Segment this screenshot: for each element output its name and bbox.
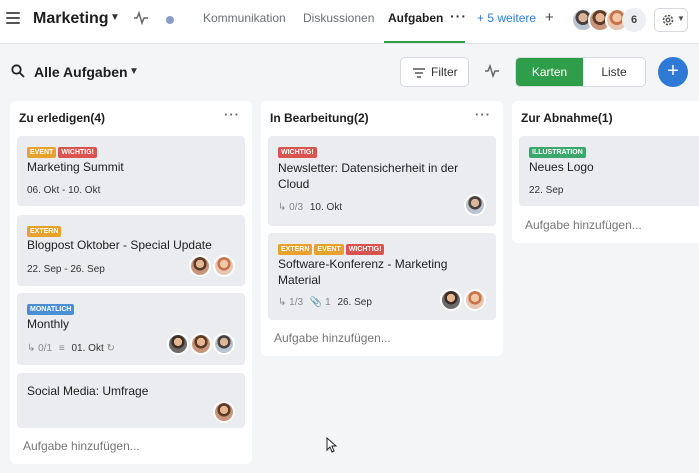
card-date: 26. Sep — [337, 297, 372, 308]
tag-illustration: ILLUSTRATION — [529, 147, 586, 158]
avatar[interactable] — [190, 333, 212, 355]
activity-icon[interactable] — [134, 10, 148, 28]
add-tab-icon[interactable]: + — [545, 9, 554, 26]
avatar[interactable] — [464, 289, 486, 311]
task-card[interactable]: EXTERN EVENT WICHTIG! Software-Konferenz -… — [268, 233, 496, 320]
gear-icon — [661, 13, 675, 30]
column-options-icon[interactable]: ··· — [224, 107, 240, 122]
card-title-line2: Material — [278, 273, 321, 287]
task-card[interactable]: Social Media: Umfrage — [17, 373, 245, 428]
tab-kommunikation[interactable]: Kommunikation — [203, 11, 286, 25]
column-options-icon[interactable]: ··· — [475, 107, 491, 122]
tag-extern: EXTERN — [27, 226, 62, 237]
subtask-count: 1/3 — [289, 297, 304, 308]
tag-wichtig: WICHTIG! — [278, 147, 317, 158]
attachment-count: 1 — [325, 297, 331, 308]
card-date: 10. Okt — [309, 202, 343, 213]
menu-icon[interactable] — [6, 12, 20, 24]
card-title: Social Media: Umfrage — [27, 384, 149, 398]
chevron-down-icon[interactable]: ▼ — [110, 12, 120, 23]
mouse-cursor-icon — [326, 436, 338, 456]
more-options-icon[interactable]: ··· — [450, 8, 467, 24]
column-in-bearbeitung: In Bearbeitung(2) ··· WICHTIG! Newslette… — [261, 101, 503, 356]
subtask-icon: ↳ — [278, 202, 287, 213]
task-card[interactable]: WICHTIG! Newsletter: Datensicherheit in … — [268, 136, 496, 226]
tag-event: EVENT — [27, 147, 57, 158]
card-date: 22. Sep - 26. Sep — [27, 264, 105, 275]
avatar[interactable] — [464, 194, 486, 216]
card-title: Blogpost Oktober - Special Update — [27, 238, 212, 252]
recurring-icon: ↻ — [106, 343, 115, 354]
task-card[interactable]: ILLUSTRATION Neues Logo 22. Sep — [519, 136, 699, 206]
column-title: In Bearbeitung(2) — [270, 111, 369, 125]
view-karten-button[interactable]: Karten — [516, 58, 583, 86]
chevron-down-icon: ▼ — [677, 14, 685, 23]
attachment-icon: 📎 — [309, 297, 323, 308]
search-icon[interactable] — [11, 64, 25, 81]
task-card[interactable]: EXTERN Blogpost Oktober - Special Update… — [17, 215, 245, 286]
avatar[interactable] — [167, 333, 189, 355]
chevron-down-icon[interactable]: ▼ — [129, 66, 139, 77]
active-tab-indicator — [384, 41, 465, 43]
member-count-badge[interactable]: 6 — [622, 8, 646, 32]
description-icon: ≡ — [58, 343, 65, 354]
avatar[interactable] — [213, 255, 235, 277]
tag-event: EVENT — [314, 244, 344, 255]
avatar[interactable] — [440, 289, 462, 311]
status-dot-icon — [166, 16, 174, 24]
card-title-line2: Cloud — [278, 177, 310, 191]
more-tabs-link[interactable]: + 5 weitere — [477, 11, 536, 25]
column-title: Zur Abnahme(1) — [521, 111, 613, 125]
card-title-line1: Newsletter: Datensicherheit in der — [278, 161, 459, 175]
avatar[interactable] — [189, 255, 211, 277]
card-date: 22. Sep — [529, 185, 564, 196]
task-card[interactable]: MONATLICH Monthly ↳ 0/1 ≡ 01. Okt ↻ — [17, 293, 245, 365]
settings-button[interactable]: ▼ — [654, 8, 688, 32]
tag-extern: EXTERN — [278, 244, 313, 255]
subtask-count: 0/1 — [38, 343, 53, 354]
view-toggle: Karten Liste — [515, 57, 646, 87]
subtask-icon: ↳ — [278, 297, 287, 308]
filter-icon — [413, 67, 425, 81]
tab-aufgaben[interactable]: Aufgaben — [388, 11, 443, 25]
subtask-icon: ↳ — [27, 343, 36, 354]
avatar[interactable] — [213, 401, 235, 423]
view-liste-button[interactable]: Liste — [583, 58, 645, 86]
column-zu-erledigen: Zu erledigen(4) ··· EVENT WICHTIG! Market… — [10, 101, 252, 464]
add-task-link[interactable]: Aufgabe hinzufügen... — [525, 218, 642, 232]
tag-wichtig: WICHTIG! — [345, 244, 385, 255]
card-title-line1: Software-Konferenz - Marketing — [278, 257, 448, 271]
add-task-link[interactable]: Aufgabe hinzufügen... — [274, 331, 391, 345]
card-title: Monthly — [27, 317, 70, 331]
card-date: 06. Okt - 10. Okt — [27, 185, 101, 196]
tag-wichtig: WICHTIG! — [58, 147, 98, 158]
filter-button[interactable]: Filter — [400, 57, 469, 87]
avatar[interactable] — [213, 333, 235, 355]
card-date: 01. Okt — [71, 343, 104, 354]
view-title[interactable]: Alle Aufgaben — [34, 64, 128, 80]
tab-diskussionen[interactable]: Diskussionen — [303, 11, 374, 25]
tag-monatlich: MONATLICH — [27, 304, 75, 315]
task-card[interactable]: EVENT WICHTIG! Marketing Summit 06. Okt -… — [17, 136, 245, 206]
column-zur-abnahme: Zur Abnahme(1) ILLUSTRATION Neues Logo 2… — [512, 101, 699, 243]
filter-label: Filter — [431, 65, 458, 79]
add-task-link[interactable]: Aufgabe hinzufügen... — [23, 439, 140, 453]
subtask-count: 0/3 — [289, 202, 304, 213]
project-title[interactable]: Marketing — [33, 10, 109, 28]
card-title: Marketing Summit — [27, 160, 124, 174]
add-task-button[interactable]: + — [658, 57, 688, 87]
top-navigation-bar: Marketing ▼ Kommunikation Diskussionen A… — [0, 0, 699, 44]
activity-icon[interactable] — [485, 63, 499, 82]
column-title: Zu erledigen(4) — [19, 111, 106, 125]
card-title: Neues Logo — [529, 160, 594, 174]
